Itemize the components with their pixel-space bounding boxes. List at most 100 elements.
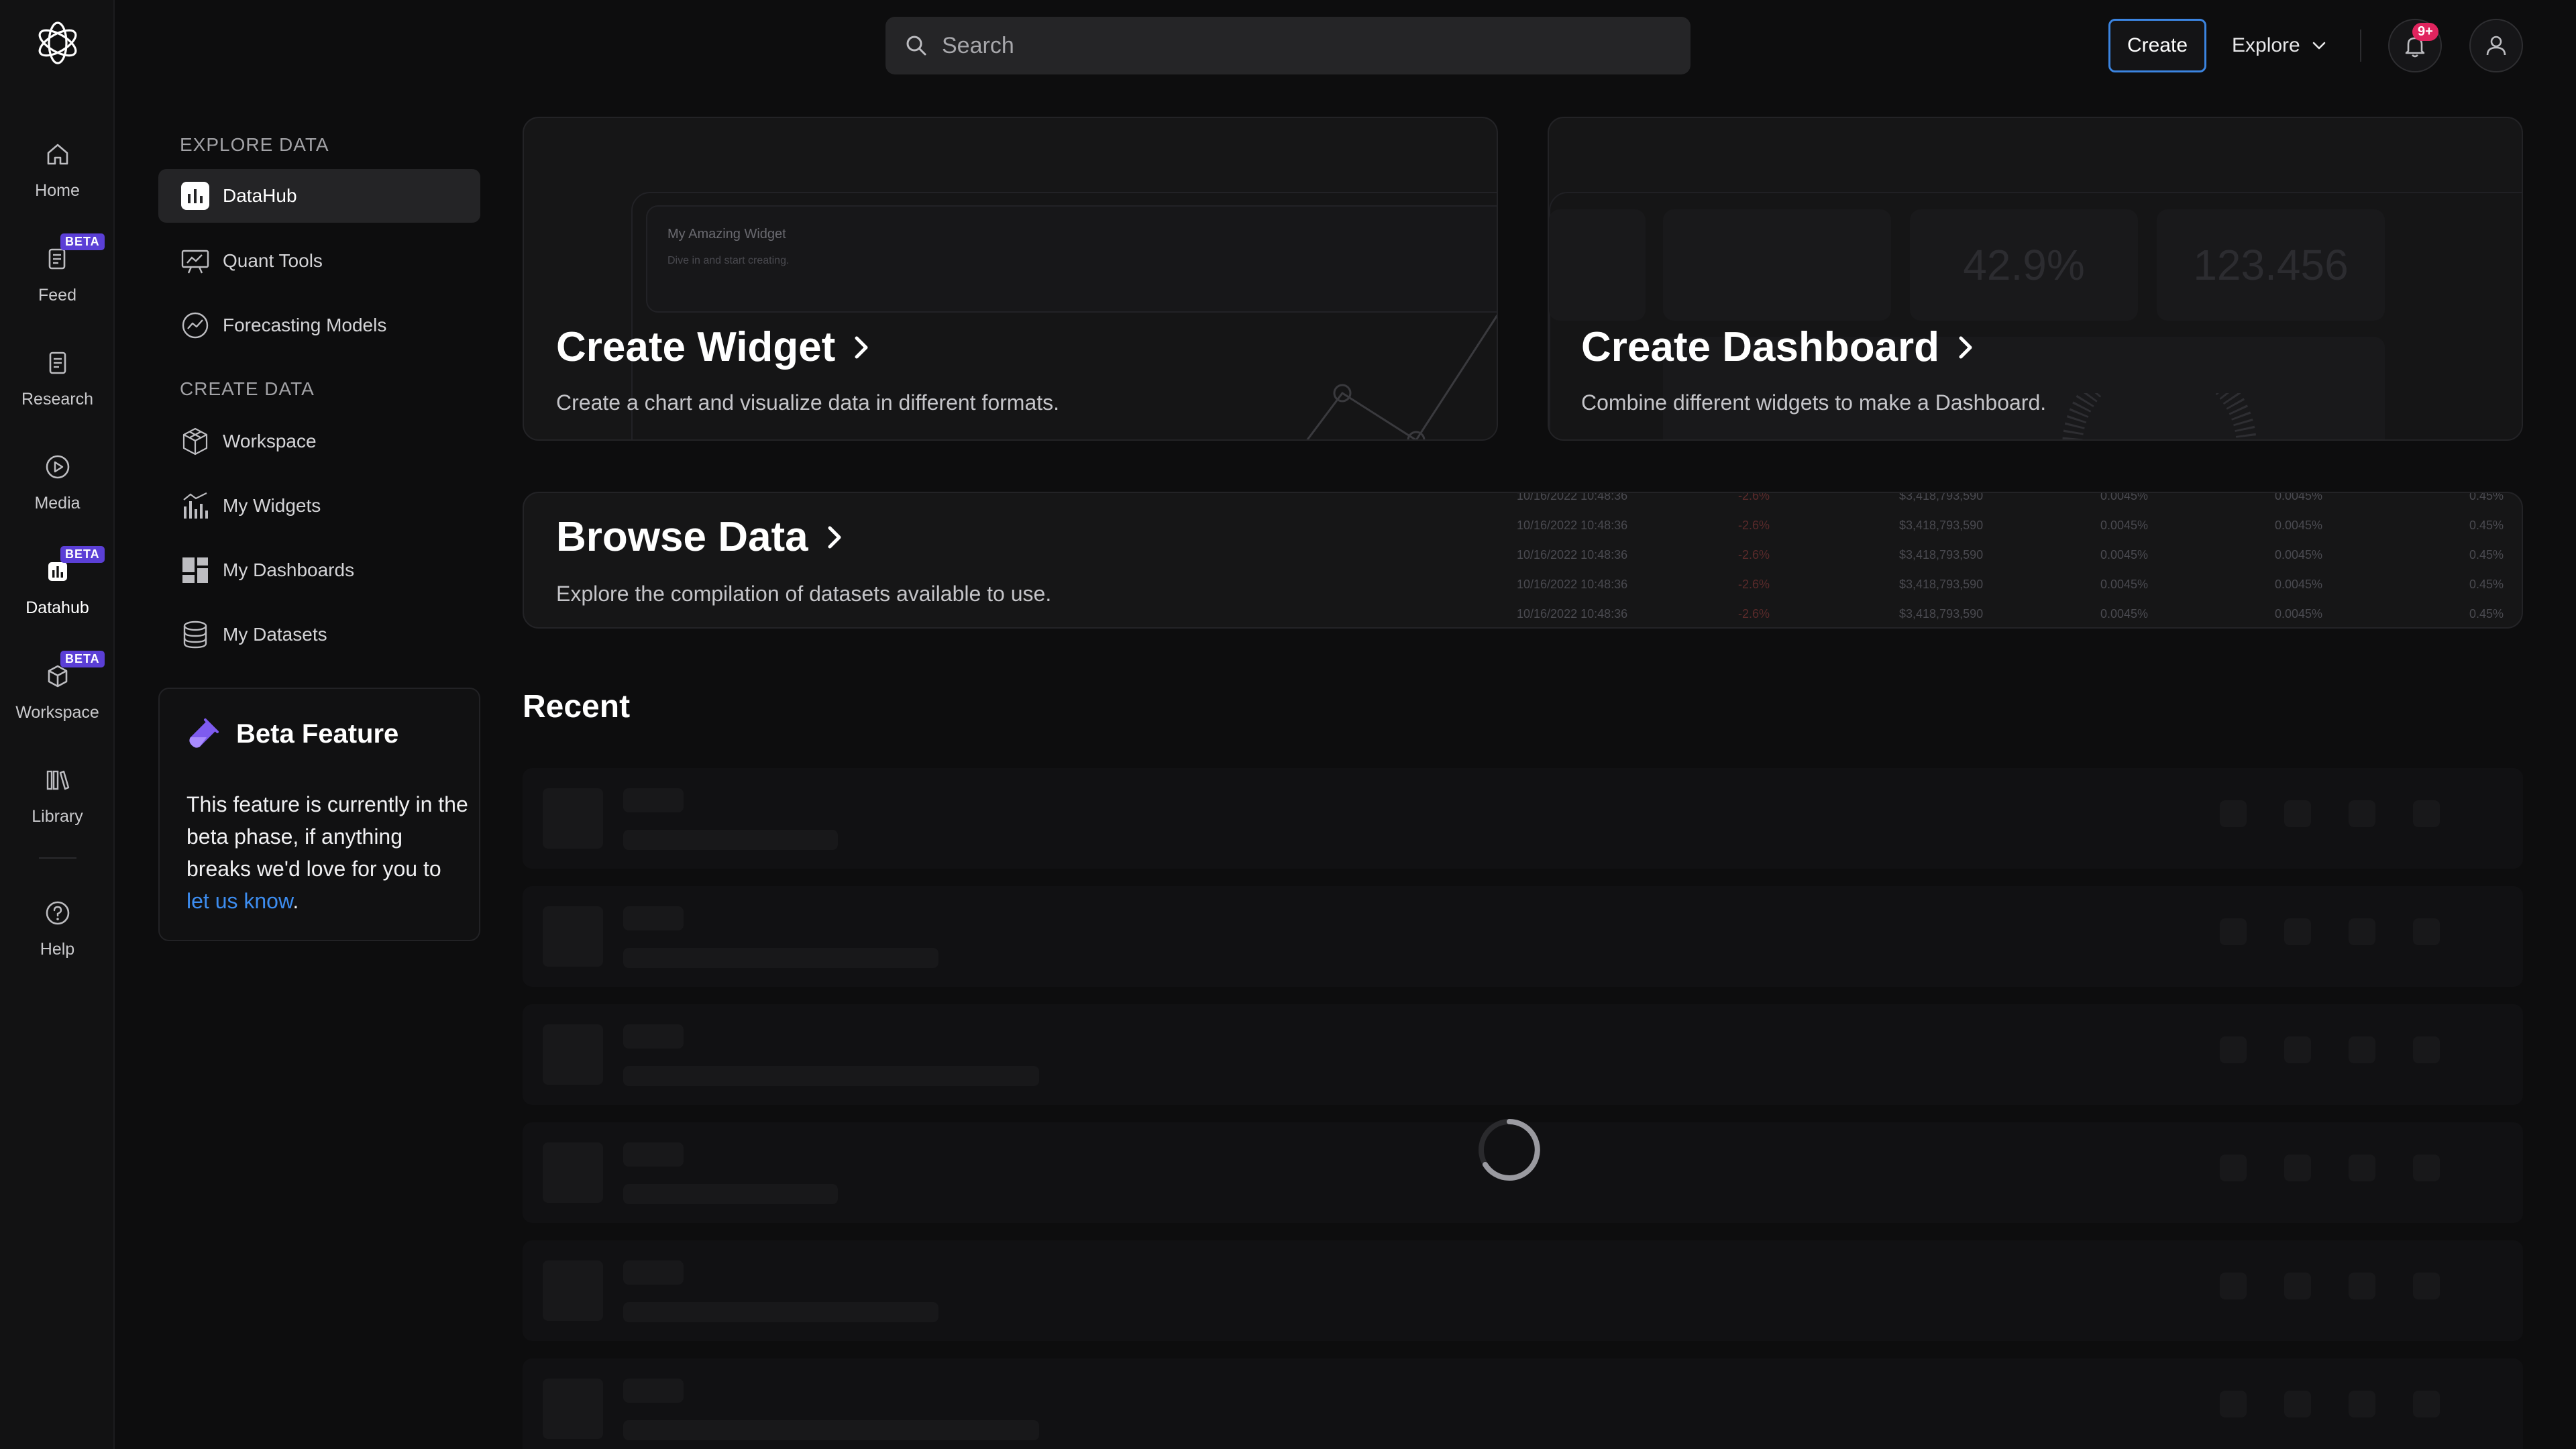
dashboard-preview-stat: 123.456 [2157,209,2385,321]
skeleton-block [543,788,603,849]
create-widget-title-text: Create Widget [556,324,836,370]
skeleton-block [2220,1036,2247,1063]
search-input[interactable] [942,32,1613,59]
sidebar-item-label: Forecasting Models [223,315,387,335]
skeleton-block [2413,800,2440,827]
skeleton-block [2413,1155,2440,1181]
chevron-down-icon [2312,42,2326,50]
notification-count-badge: 9+ [2412,23,2438,41]
browse-table-cell: 0.0045% [2275,492,2323,502]
create-data-heading: CREATE DATA [180,378,315,399]
browse-table-cell: 0.45% [2469,578,2504,591]
browse-table-cell: $3,418,793,590 [1899,607,1984,621]
beta-card-header: Beta Feature [186,717,398,751]
skeleton-block [2220,1155,2247,1181]
skeleton-block [2413,918,2440,945]
rail-item-research[interactable]: Research [0,345,115,433]
rail-divider [39,857,76,859]
sidebar-item-forecasting-models[interactable]: Forecasting Models [158,299,480,352]
rail-label-media: Media [34,494,80,513]
skeleton-block [2349,800,2375,827]
sidebar-item-label: My Datasets [223,624,327,645]
sidebar-item-quant-tools[interactable]: Quant Tools [158,234,480,288]
browse-table-cell: 10/16/2022 10:48:36 [1517,492,1628,502]
dashboard-preview-tile [1663,209,1891,321]
home-icon [47,144,68,165]
rail-label-home: Home [35,181,80,200]
let-us-know-link[interactable]: let us know [186,889,292,913]
beta-card-end: . [292,889,299,913]
skeleton-block [543,1142,603,1203]
browse-table-cell: $3,418,793,590 [1899,548,1984,561]
dashboard-preview-stat: 42.9% [1910,209,2138,321]
sidebar-item-workspace[interactable]: Workspace [158,415,480,468]
create-dashboard-title-text: Create Dashboard [1581,324,1940,370]
recent-skeleton-row [523,768,2523,869]
create-widget-card[interactable]: My Amazing Widget Dive in and start crea… [523,117,1498,441]
sidebar-item-my-widgets[interactable]: My Widgets [158,479,480,533]
browse-data-title-text: Browse Data [556,514,808,560]
rail-item-media[interactable]: Media [0,449,115,537]
browse-data-preview-table: 10/16/2022 10:48:36 -2.6% $3,418,793,590 0.… [1517,492,2516,627]
create-dashboard-card[interactable]: 42.9% 123.456 Create Dashboard Combine d… [1548,117,2523,441]
sidebar-item-datahub[interactable]: DataHub [158,169,480,223]
dashboard-preview-gauge [2062,393,2257,439]
skeleton-block [2284,918,2311,945]
beta-card-title: Beta Feature [236,718,399,749]
browse-table-cell: 10/16/2022 10:48:36 [1517,578,1628,591]
test-tube-icon [189,718,219,748]
skeleton-block [623,1302,938,1322]
loading-spinner-icon [1479,1119,1540,1181]
skeleton-block [2284,800,2311,827]
browse-data-card[interactable]: 10/16/2022 10:48:36 -2.6% $3,418,793,590 0.… [523,492,2523,629]
rail-item-help[interactable]: Help [0,896,115,983]
skeleton-block [2349,1391,2375,1417]
explore-data-heading: EXPLORE DATA [180,134,329,155]
recent-skeleton-row [523,1358,2523,1449]
create-button[interactable]: Create [2108,19,2206,72]
browse-table-cell: 0.45% [2469,548,2504,561]
skeleton-block [2220,1391,2247,1417]
rail-item-library[interactable]: Library [0,763,115,850]
create-dashboard-title: Create Dashboard [1581,323,1977,371]
browse-table-cell: 0.0045% [2275,578,2323,591]
sidebar-item-my-dashboards[interactable]: My Dashboards [158,543,480,597]
browse-table-cell: 0.0045% [2275,607,2323,621]
rail-item-feed[interactable]: BETA Feed [0,233,115,329]
skeleton-block [2284,1391,2311,1417]
sidebar-item-label: My Widgets [223,495,321,516]
skeleton-block [2413,1273,2440,1299]
skeleton-block [2349,1155,2375,1181]
rail-item-home[interactable]: Home [0,137,115,224]
browse-table-cell: -2.6% [1738,578,1770,591]
chevron-right-icon [828,526,841,548]
search-bar[interactable] [885,17,1690,74]
browse-table-cell: 0.0045% [2275,548,2323,561]
create-widget-title: Create Widget [556,323,873,371]
play-icon [46,455,70,479]
recent-skeleton-row [523,886,2523,987]
user-icon [2486,36,2506,56]
skeleton-block [2220,800,2247,827]
browse-table-cell: 0.45% [2469,519,2504,532]
recent-skeleton-row [523,1240,2523,1341]
rail-item-workspace[interactable]: BETA Workspace [0,651,115,746]
explore-dropdown[interactable]: Explore [2232,19,2328,72]
skeleton-block [2220,918,2247,945]
rail-item-datahub[interactable]: BETA Datahub [0,546,115,641]
browse-table-cell: $3,418,793,590 [1899,519,1984,532]
dashboard-preview-tile [1549,209,1646,321]
app-logo-icon[interactable] [30,15,86,71]
user-avatar-button[interactable] [2469,19,2523,72]
skeleton-block [623,1024,684,1049]
header-divider [2360,30,2361,62]
left-rail: Home BETA Feed Research Media BETA Datah… [0,0,115,1449]
sidebar-item-my-datasets[interactable]: My Datasets [158,608,480,661]
beta-badge: BETA [60,546,105,563]
skeleton-block [623,948,938,968]
sidebar-item-label: My Dashboards [223,559,355,580]
rail-label-help: Help [40,940,75,959]
explore-label: Explore [2232,34,2300,56]
rail-label-research: Research [21,390,93,409]
browse-table-cell: $3,418,793,590 [1899,578,1984,591]
